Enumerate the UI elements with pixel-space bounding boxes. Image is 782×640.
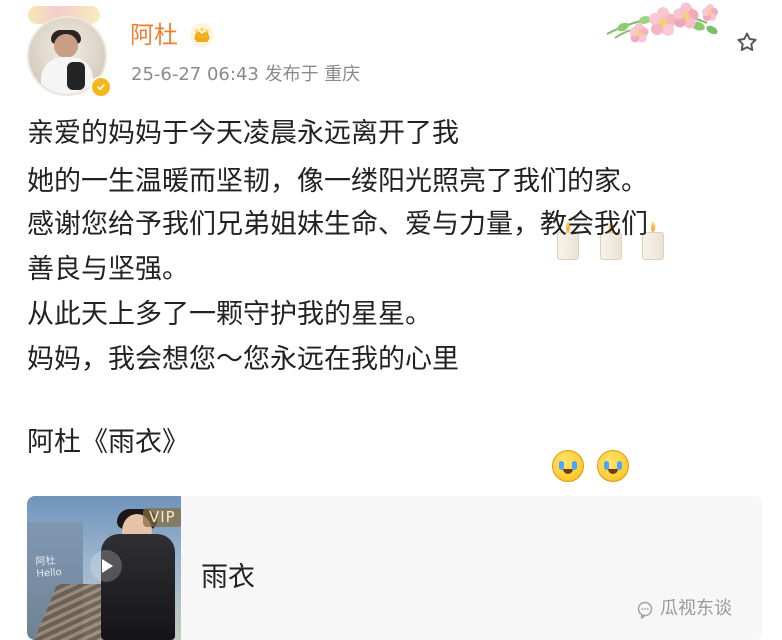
- flower-decoration: [606, 2, 718, 43]
- crying-face-icon: [552, 450, 584, 482]
- post-line-6: 妈妈，我会想您～您永远在我的心里: [27, 344, 459, 375]
- media-title[interactable]: 雨衣: [201, 564, 255, 591]
- chat-bubble-icon: [637, 601, 653, 619]
- post-line-1: 亲爱的妈妈于今天凌晨永远离开了我: [27, 118, 459, 149]
- author-name[interactable]: 阿杜: [130, 23, 178, 47]
- post-header: 阿杜 25-6-27 06:43 发布于 重庆: [0, 0, 782, 110]
- play-icon[interactable]: [89, 549, 123, 583]
- post-line-2: 她的一生温暖而坚韧，像一缕阳光照亮了我们的家。: [27, 166, 648, 197]
- post-meta: 25-6-27 06:43 发布于 重庆: [131, 64, 361, 85]
- album-cover[interactable]: 阿杜 Hello VIP: [27, 496, 181, 640]
- author-avatar-wrap[interactable]: [22, 6, 112, 98]
- album-cover-text: 阿杜 Hello: [35, 555, 62, 581]
- avatar-head: [54, 34, 78, 58]
- crying-face-mouth: [608, 469, 618, 474]
- album-cover-text-line-2: Hello: [36, 567, 63, 580]
- post-line-4: 善良与坚强。: [27, 254, 189, 285]
- post-line-7: 阿杜《雨衣》: [27, 427, 189, 458]
- verified-icon: [90, 76, 112, 98]
- watermark: 瓜视东谈: [636, 600, 762, 622]
- crying-face-icon: [597, 450, 629, 482]
- crying-face-mouth: [563, 469, 573, 474]
- watermark-text: 瓜视东谈: [660, 598, 732, 619]
- vip-badge: VIP: [143, 508, 181, 527]
- post-line-5: 从此天上多了一颗守护我的星星。: [27, 299, 432, 330]
- star-icon[interactable]: [734, 30, 760, 56]
- avatar-jacket: [67, 62, 85, 90]
- post-line-3: 感谢您给予我们兄弟姐妹生命、爱与力量，教会我们: [27, 209, 648, 240]
- crown-icon: [190, 23, 214, 47]
